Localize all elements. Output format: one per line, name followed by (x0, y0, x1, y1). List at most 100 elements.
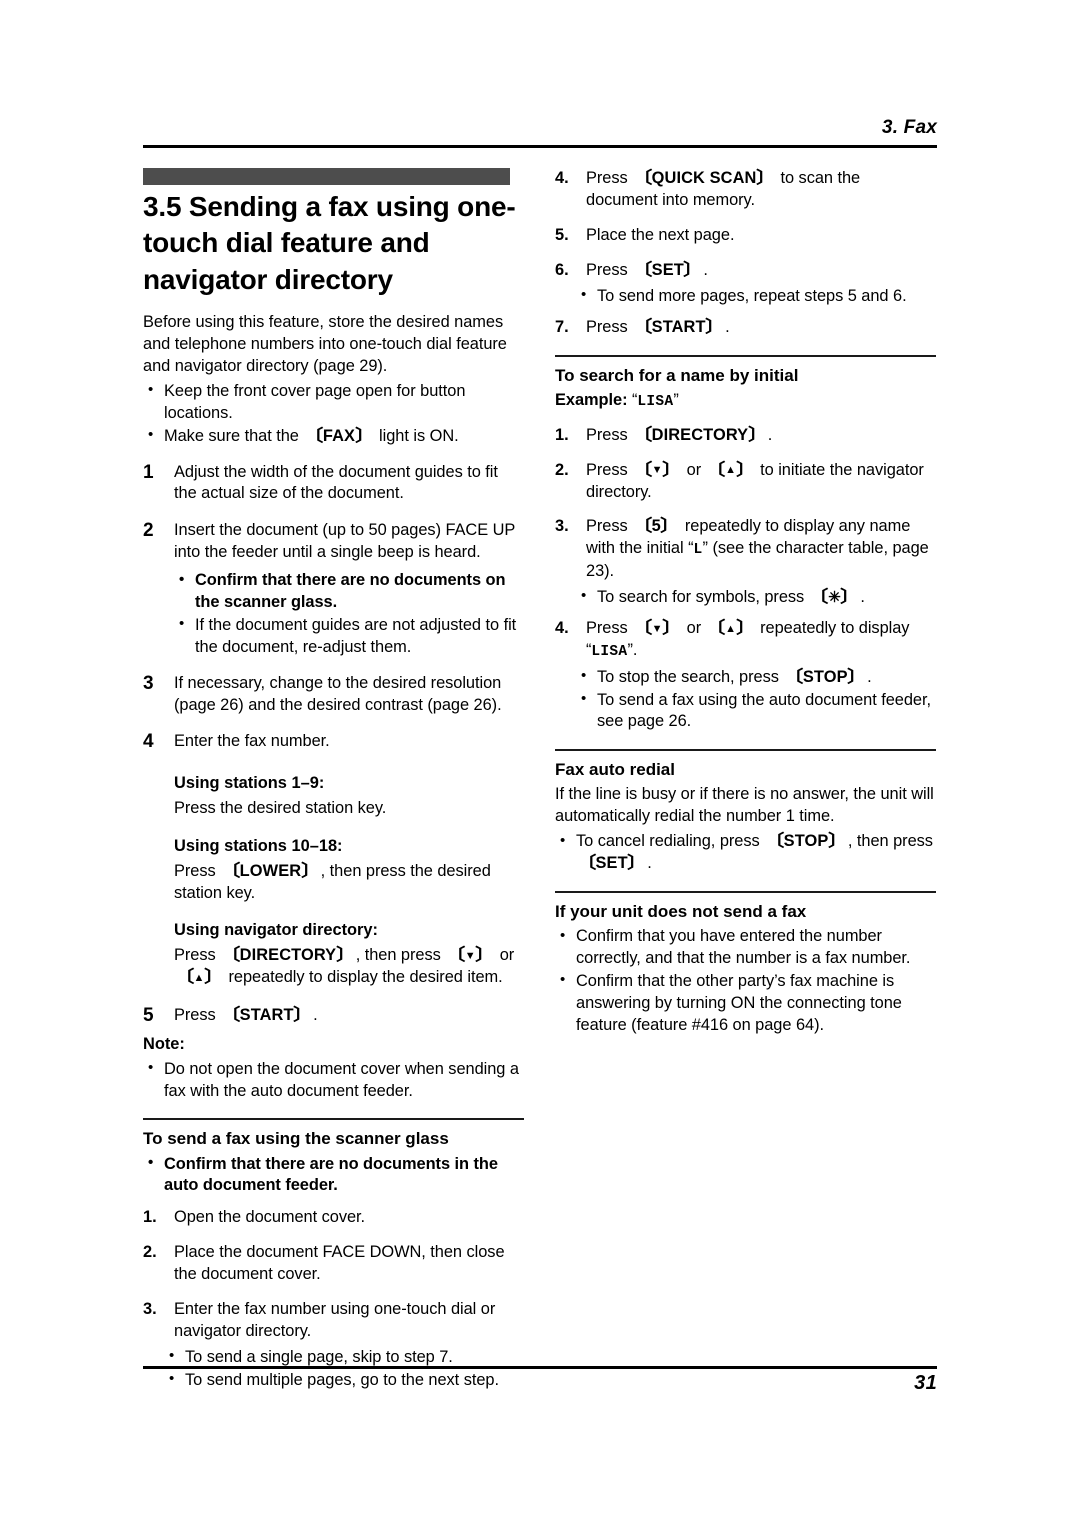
bracket-open-icon: 〔 (444, 946, 466, 965)
key-reference-set: 〔SET〕 (632, 260, 704, 279)
key-reference-down: 〔▼〕 (631, 460, 683, 479)
bracket-open-icon: 〔 (705, 460, 726, 479)
text-fragment: or (682, 619, 706, 638)
text-fragment: Press (174, 1006, 221, 1025)
key-label: STOP (783, 832, 829, 851)
step-text: If necessary, change to the desired reso… (174, 673, 502, 714)
step-number: 2 (143, 520, 154, 542)
search-by-initial-heading: To search for a name by initial (555, 366, 799, 386)
step-number: 4. (555, 169, 569, 187)
bracket-open-icon: 〔 (302, 426, 324, 445)
fax-auto-redial-heading: Fax auto redial (555, 760, 675, 780)
list-item: Confirm that the other party’s fax machi… (555, 970, 936, 1037)
key-label: DIRECTORY (239, 946, 337, 965)
bracket-open-icon: 〔 (575, 854, 597, 873)
stations-1-9-heading: Using stations 1–9: (174, 774, 325, 793)
example-value: LISA (637, 394, 674, 411)
continued-step-5: 5. Place the next page. (555, 225, 936, 247)
list-item: Confirm that there are no documents on t… (174, 570, 524, 614)
bracket-close-icon: 〕 (847, 667, 868, 686)
scanner-glass-divider (143, 1118, 524, 1121)
key-reference-quick-scan: 〔QUICK SCAN〕 (631, 169, 777, 187)
intro-paragraph: Before using this feature, store the des… (143, 313, 507, 375)
bracket-close-icon: 〕 (203, 968, 225, 987)
text-fragment: Press (586, 169, 633, 187)
bracket-open-icon: 〔 (219, 946, 241, 965)
two-column-body: 3.5 Sending a fax using one-touch dial f… (143, 168, 937, 1393)
step-number: 3. (555, 517, 569, 536)
manual-page: 3. Fax 3.5 Sending a fax using one-touch… (0, 0, 1080, 1528)
step-text: Place the next page. (586, 225, 735, 244)
footer-divider (143, 1366, 937, 1369)
step-text: Press 〔5〕 repeatedly to display any name… (586, 516, 936, 582)
list-item: To send more pages, repeat steps 5 and 6… (555, 285, 936, 308)
key-label: START (651, 318, 706, 337)
scanner-step-3: 3. Enter the fax number using one-touch … (143, 1299, 524, 1343)
text-fragment: Press (586, 318, 633, 337)
step-text: Enter the fax number using one-touch dia… (174, 1299, 496, 1340)
bracket-open-icon: 〔 (631, 460, 653, 479)
note-bullet-list: Do not open the document cover when send… (143, 1058, 524, 1103)
bracket-close-icon: 〕 (293, 1006, 314, 1025)
step-text: Open the document cover. (174, 1208, 366, 1227)
key-reference-down: 〔▼〕 (444, 946, 496, 965)
key-label: FAX (322, 426, 356, 445)
bracket-close-icon: 〕 (755, 169, 777, 187)
scanner-glass-bold-bullets: Confirm that there are no documents in t… (143, 1153, 524, 1198)
step-text: Press 〔SET〕. (586, 260, 936, 282)
key-reference-directory: 〔DIRECTORY〕 (219, 946, 357, 965)
arrow-up-icon: ▲ (725, 464, 737, 477)
key-label: STOP (802, 667, 848, 686)
bracket-close-icon: 〕 (627, 854, 648, 873)
continued-step-6: 6. Press 〔SET〕. (555, 260, 936, 282)
text-fragment: To search for symbols, press (597, 587, 809, 606)
bracket-close-icon: 〕 (705, 318, 726, 337)
key-reference-up: 〔▲〕 (705, 619, 756, 637)
step-number: 7. (555, 318, 569, 337)
unit-does-not-send-heading: If your unit does not send a fax (555, 902, 807, 922)
list-item: Confirm that you have entered the number… (555, 926, 936, 970)
bracket-close-icon: 〕 (354, 426, 376, 445)
bracket-open-icon: 〔 (219, 861, 241, 880)
not-send-bullets: Confirm that you have entered the number… (555, 926, 936, 1036)
bracket-close-icon: 〕 (683, 260, 704, 279)
note-heading: Note: (143, 1034, 185, 1053)
right-column: 4. Press 〔QUICK SCAN〕 to scan the docume… (555, 168, 936, 1393)
continued-step-4: 4. Press 〔QUICK SCAN〕 to scan the docume… (555, 168, 936, 212)
step-2-bold-bullets: Confirm that there are no documents on t… (174, 570, 524, 614)
step-text: Adjust the width of the document guides … (174, 462, 498, 503)
scanner-step-1: 1. Open the document cover. (143, 1207, 524, 1229)
bracket-open-icon: 〔 (631, 425, 653, 444)
step-text: Insert the document (up to 50 pages) FAC… (174, 521, 515, 562)
list-item: Make sure that the 〔FAX〕 light is ON. (143, 425, 524, 448)
search-step-4-bullets: To stop the search, press 〔STOP〕. To sen… (555, 666, 936, 734)
step-text: Press 〔QUICK SCAN〕 to scan the document … (586, 168, 936, 212)
bracket-open-icon: 〔 (631, 169, 653, 187)
stations-1-9-text: Press the desired station key. (174, 798, 387, 817)
step-4: 4 Enter the fax number. (143, 731, 524, 754)
key-reference-set: 〔SET〕 (575, 854, 648, 873)
text-fragment: Press (586, 460, 633, 479)
search-step-3: 3. Press 〔5〕 repeatedly to display any n… (555, 516, 936, 582)
search-step-2: 2. Press 〔▼〕 or 〔▲〕 to initiate the navi… (555, 460, 936, 504)
step-number: 6. (555, 260, 569, 279)
redial-section-divider (555, 749, 936, 752)
step-number: 4 (143, 731, 154, 753)
key-label: START (239, 1006, 294, 1025)
arrow-up-icon: ▲ (725, 622, 737, 635)
search-example-line: Example: “LISA” (555, 390, 936, 412)
step-2-notes: Confirm that there are no documents on t… (143, 570, 524, 659)
search-name-value: LISA (591, 644, 628, 661)
scanner-glass-heading: To send a fax using the scanner glass (143, 1129, 449, 1149)
bracket-open-icon: 〔 (631, 517, 653, 536)
list-item: To search for symbols, press 〔✳〕. (555, 586, 936, 609)
section-heading: 3.5 Sending a fax using one-touch dial f… (143, 191, 516, 295)
fax-auto-redial-text: If the line is busy or if there is no an… (555, 785, 934, 826)
page-footer: 31 (143, 1366, 937, 1395)
bracket-close-icon: 〕 (840, 587, 861, 606)
step-text: Press 〔▼〕 or 〔▲〕 repeatedly to display “… (586, 618, 936, 662)
step-text: Press 〔DIRECTORY〕. (586, 425, 936, 447)
page-header: 3. Fax (143, 117, 937, 148)
text-fragment: To stop the search, press (597, 667, 784, 686)
key-reference-stop: 〔STOP〕 (783, 667, 868, 686)
